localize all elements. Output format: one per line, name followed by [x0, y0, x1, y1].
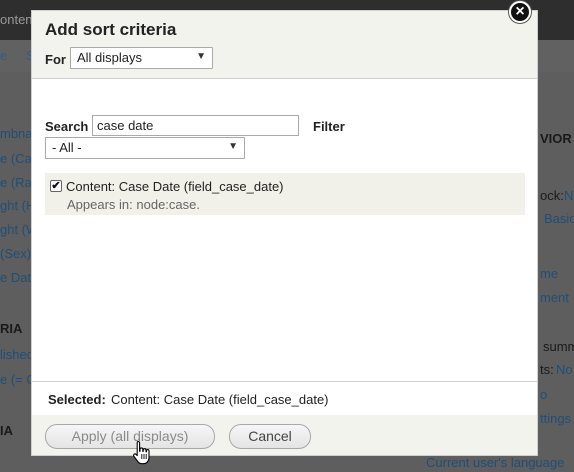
filter-select[interactable]: - All - ▼	[45, 137, 245, 159]
result-item[interactable]: ✔ Content: Case Date (field_case_date) A…	[45, 173, 525, 215]
section-heading: RIA	[0, 321, 23, 336]
for-display-value: All displays	[77, 50, 143, 65]
close-icon[interactable]: ×	[509, 1, 531, 23]
setting-link: ttings	[540, 411, 572, 426]
setting-link: o	[540, 387, 548, 402]
for-display-select[interactable]: All displays ▼	[70, 47, 213, 69]
section-heading: IA	[0, 423, 13, 438]
dropdown-arrow-icon: ▼	[196, 51, 206, 62]
setting-link: ment	[540, 290, 569, 305]
setting-link: No	[564, 188, 574, 203]
setting-link: me	[540, 266, 559, 281]
result-checkbox[interactable]: ✔	[50, 180, 62, 192]
setting-label: summ	[543, 339, 574, 354]
result-title: Content: Case Date (field_case_date)	[66, 179, 284, 194]
dialog-title: Add sort criteria	[45, 20, 177, 39]
selected-label: Selected:	[48, 392, 106, 407]
setting-label: ock:	[540, 188, 564, 203]
for-label: For	[45, 52, 66, 67]
apply-button[interactable]: Apply (all displays)	[45, 424, 215, 449]
result-appears-in: Appears in: node:case.	[67, 197, 200, 212]
filter-value: - All -	[52, 140, 82, 155]
add-sort-criteria-dialog: Add sort criteria For All displays ▼ Sea…	[31, 10, 538, 456]
setting-link: Basic	[544, 211, 574, 226]
search-label: Search	[45, 119, 89, 134]
selected-summary: Selected: Content: Case Date (field_case…	[32, 381, 537, 415]
field-link: (Sex)	[0, 246, 32, 261]
setting-label: ts:	[540, 362, 554, 377]
tab-fragment: e	[0, 48, 8, 63]
section-heading: VIOR	[540, 131, 572, 146]
setting-link: No	[556, 362, 573, 377]
search-input[interactable]	[92, 115, 299, 136]
selected-value: Content: Case Date (field_case_date)	[111, 392, 329, 407]
dialog-footer: Apply (all displays) Cancel	[32, 415, 537, 455]
field-link: mbna	[0, 126, 33, 141]
field-link: e Dat	[0, 270, 32, 285]
dropdown-arrow-icon: ▼	[228, 141, 238, 152]
cancel-button[interactable]: Cancel	[229, 424, 311, 449]
filter-label: Filter	[313, 119, 345, 134]
hand-cursor-icon	[133, 440, 150, 465]
field-link: lished	[0, 347, 34, 362]
setting-link: Current user's language	[426, 455, 565, 470]
dialog-header: Add sort criteria For All displays ▼	[32, 11, 537, 79]
